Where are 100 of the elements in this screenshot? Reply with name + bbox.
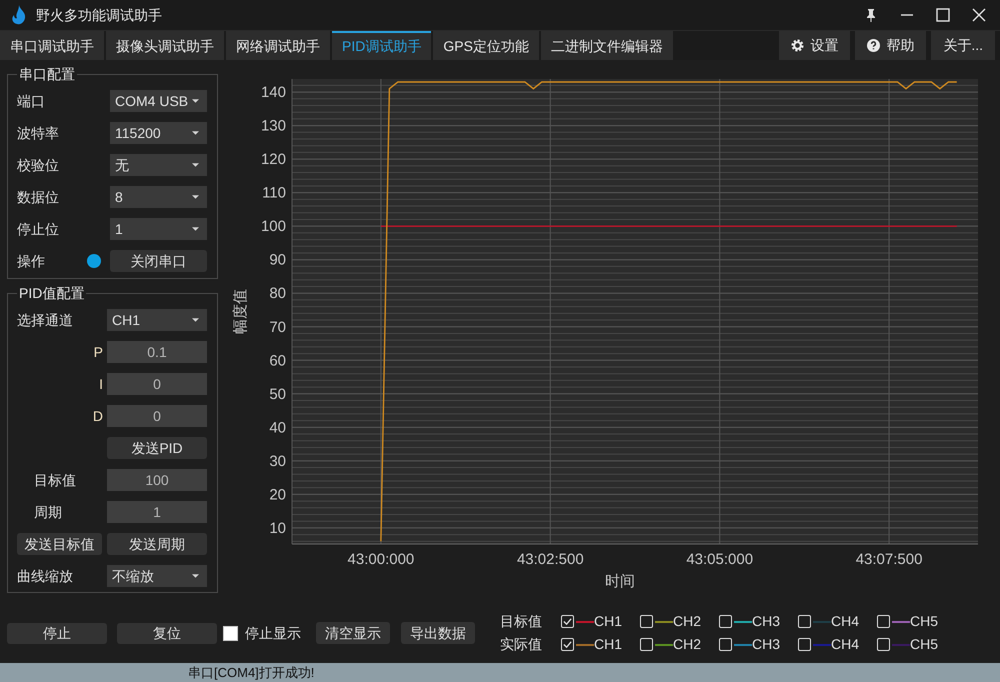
checkbox[interactable] [719,615,732,628]
control-button[interactable]: 停止 [7,622,107,644]
settings-icon [791,39,804,52]
legend-channel: CH5 [910,612,940,632]
tick-label: 70 [269,319,286,336]
legend-channel: CH2 [673,635,702,654]
tab[interactable]: 摄像头调试助手 [106,31,224,60]
checkbox[interactable] [640,615,653,628]
checkbox[interactable] [561,638,574,652]
help-icon [867,39,880,52]
tick-label: 130 [260,118,286,135]
action-button[interactable]: 导出数据 [401,622,475,644]
toolbar-button[interactable]: 帮助 [855,31,926,60]
tab[interactable]: 串口调试助手 [0,31,104,60]
tick-label: 80 [269,285,286,302]
axis-title: 时间 [605,573,635,590]
input-field[interactable]: 0 [107,405,207,428]
tab[interactable]: GPS定位功能 [433,31,539,60]
tick-label: 43:02:500 [516,551,584,568]
field-label: 目标值 [34,470,76,490]
tab[interactable]: PID调试助手 [332,31,432,60]
field-label: 校验位 [17,156,60,175]
tick-label: 140 [260,84,286,102]
action-button[interactable]: 清空显示 [316,622,390,644]
tick-label: 110 [262,184,286,202]
legend-channel: CH5 [910,635,940,654]
field-label: 停止位 [17,220,60,239]
checkbox[interactable] [798,638,811,652]
input-field[interactable]: 1 [107,501,207,524]
checkbox[interactable] [877,638,890,652]
tick-label: 90 [269,252,286,269]
tab[interactable]: 网络调试助手 [226,31,330,60]
tick-label: 120 [260,151,286,168]
status-message: 串口[COM4]打开成功! [188,664,314,682]
field-label: 周期 [34,502,62,522]
tick-label: 60 [269,352,286,370]
dropdown[interactable]: COM4 USB [110,90,207,112]
tick-label: 50 [269,386,286,404]
caret-icon [192,163,199,168]
tick-label: 43:05:000 [686,551,754,568]
dropdown[interactable]: 1 [110,218,207,240]
caret-icon [192,227,199,232]
dropdown[interactable]: 无 [110,154,207,176]
tick-label: 100 [260,218,286,236]
dropdown[interactable]: 8 [110,186,207,208]
dropdown[interactable]: CH1 [107,309,207,332]
send-pid-button[interactable]: 发送PID [107,437,207,460]
legend-label: 目标值 [500,612,543,632]
axis-title: 幅度值 [232,289,249,334]
control-button[interactable]: 复位 [117,622,217,644]
close-port-button[interactable]: 关闭串口 [110,250,207,272]
field-label: 波特率 [17,124,60,143]
checkbox[interactable] [640,638,653,652]
tick-label: 40 [269,420,286,437]
legend-channel: CH4 [831,612,860,632]
legend-channel: CH4 [831,635,860,654]
input-field[interactable]: 0.1 [107,341,207,364]
legend-label: 实际值 [500,635,543,654]
field-label: 曲线缩放 [17,566,74,586]
toolbar-button[interactable]: 关于... [931,31,995,60]
flame-logo-icon [10,5,28,26]
field-label: 选择通道 [17,310,74,330]
caret-icon [192,574,199,578]
dropdown[interactable]: 不缩放 [107,565,207,588]
checkbox[interactable] [798,615,811,628]
send-button[interactable]: 发送周期 [107,533,207,556]
field-label: D [92,406,103,426]
legend-channel: CH3 [752,635,782,654]
pin-icon[interactable] [864,8,878,22]
field-label: 数据位 [17,188,60,207]
field-label: 操作 [17,252,46,271]
checkbox[interactable] [561,615,574,628]
send-button[interactable]: 发送目标值 [17,533,102,556]
caret-icon [192,131,199,136]
tick-label: 43:07:500 [856,551,922,568]
group-title: PID值配置 [18,284,86,304]
checkbox[interactable] [223,626,238,641]
toolbar-button[interactable]: 设置 [779,31,850,60]
field-label: I [99,374,103,394]
legend-channel: CH1 [594,612,624,632]
legend-channel: CH2 [673,612,702,632]
close-icon[interactable] [972,8,986,22]
tick-label: 43:00:000 [348,551,414,568]
checkbox-label: 停止显示 [245,624,301,643]
caret-icon [192,99,199,104]
window-title: 野火多功能调试助手 [36,6,162,25]
group-title: 串口配置 [18,65,76,84]
checkbox[interactable] [877,615,890,628]
field-label: 端口 [17,92,46,111]
tab[interactable]: 二进制文件编辑器 [540,31,673,60]
legend-channel: CH3 [752,612,782,632]
checkbox[interactable] [719,638,732,652]
legend-channel: CH1 [594,635,624,654]
input-field[interactable]: 0 [107,373,207,396]
dropdown[interactable]: 115200 [110,122,207,144]
maximize-icon[interactable] [936,8,950,22]
input-field[interactable]: 100 [107,469,207,492]
tick-label: 10 [269,520,286,538]
tick-label: 20 [269,486,286,504]
field-label: P [94,342,103,362]
